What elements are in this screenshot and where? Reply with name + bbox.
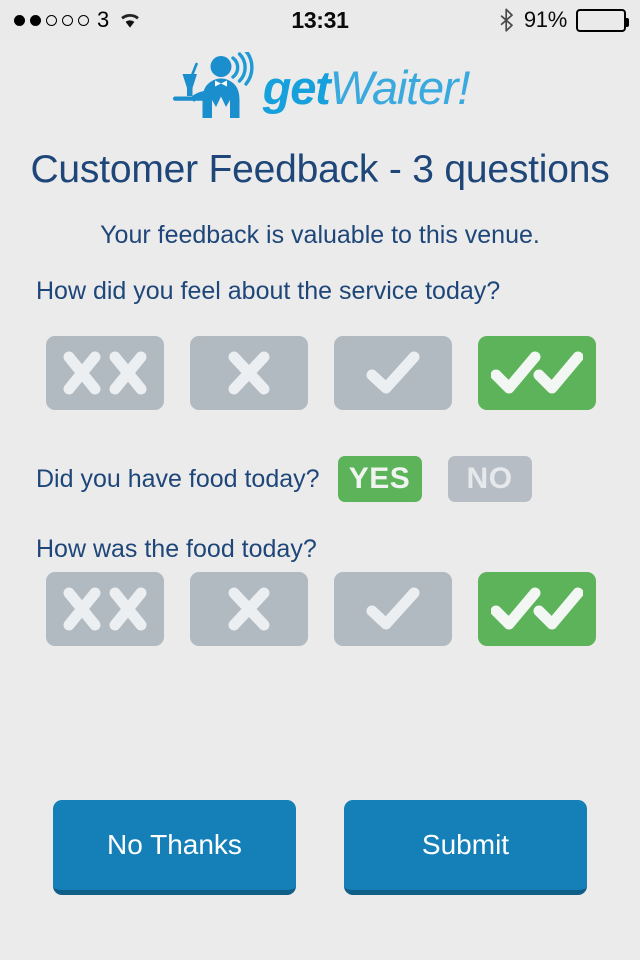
carrier-label: 3 (97, 7, 110, 32)
food-yes-button[interactable]: YES (337, 456, 422, 502)
status-bar: 3 13:31 91% (0, 0, 640, 40)
check-icon (366, 586, 420, 632)
double-check-icon (491, 586, 583, 632)
double-cross-icon (62, 350, 148, 396)
no-thanks-button[interactable]: No Thanks (53, 800, 296, 895)
cross-icon (225, 350, 273, 396)
check-icon (366, 350, 420, 396)
wifi-icon (118, 10, 142, 30)
signal-dot-4 (62, 14, 73, 26)
logo-wordmark: getWaiter! (262, 60, 471, 114)
battery-percentage-label: 91% (523, 7, 567, 32)
page-title: Customer Feedback - 3 questions (30, 148, 610, 191)
signal-dot-2 (30, 14, 41, 26)
food-rating-very-good[interactable] (478, 572, 596, 646)
signal-dot-1 (14, 14, 25, 26)
food-rating-good[interactable] (334, 572, 452, 646)
signal-strength-dots (14, 14, 89, 26)
footer-actions: No Thanks Submit (53, 800, 587, 895)
service-rating-good[interactable] (334, 336, 452, 410)
question-food-yesno-label: Did you have food today? (36, 464, 320, 493)
submit-button[interactable]: Submit (344, 800, 587, 895)
question-food-yesno-row: Did you have food today? YES NO (36, 456, 532, 502)
food-rating-bad[interactable] (190, 572, 308, 646)
service-rating-options (46, 336, 596, 410)
question-food-rating-label: How was the food today? (36, 535, 317, 563)
service-rating-bad[interactable] (190, 336, 308, 410)
cross-icon (225, 586, 273, 632)
question-service-label: How did you feel about the service today… (36, 277, 501, 305)
double-cross-icon (62, 586, 148, 632)
signal-dot-3 (46, 14, 57, 26)
waiter-wifi-logo-icon (171, 52, 263, 124)
signal-dot-5 (78, 14, 89, 26)
food-no-button[interactable]: NO (447, 456, 532, 502)
logo-word-get: get (262, 60, 331, 114)
battery-icon (576, 8, 629, 32)
page-subtitle: Your feedback is valuable to this venue. (100, 221, 540, 249)
app-logo: getWaiter! (0, 48, 640, 128)
logo-word-waiter: Waiter! (329, 60, 471, 114)
bluetooth-icon (500, 8, 515, 32)
status-bar-right: 91% (320, 7, 629, 33)
service-rating-very-bad[interactable] (46, 336, 164, 410)
status-bar-left: 3 (14, 7, 320, 33)
food-rating-very-bad[interactable] (46, 572, 164, 646)
service-rating-very-good[interactable] (478, 336, 596, 410)
double-check-icon (491, 350, 583, 396)
food-rating-options (46, 572, 596, 646)
